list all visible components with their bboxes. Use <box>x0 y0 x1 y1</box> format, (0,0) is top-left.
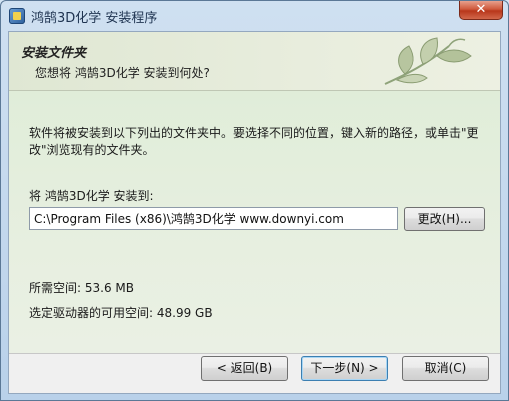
cancel-button-label: 取消(C) <box>424 361 467 375</box>
installer-window: 鸿鹄3D化学 安装程序 ✕ 安装文件夹 您想将 鸿鹄3D化学 安装到何处? 软件… <box>0 0 509 401</box>
required-space-text: 所需空间: 53.6 MB <box>29 281 134 295</box>
wizard-body: 软件将被安装到以下列出的文件夹中。要选择不同的位置，键入新的路径，或单击"更改"… <box>9 91 500 353</box>
install-path-label: 将 鸿鹄3D化学 安装到: <box>29 189 154 203</box>
next-button-label: 下一步(N) > <box>310 361 379 375</box>
cancel-button[interactable]: 取消(C) <box>402 356 489 381</box>
back-button-label: < 返回(B) <box>216 361 273 375</box>
page-title: 安装文件夹 <box>21 46 87 61</box>
browse-button-label: 更改(H)... <box>417 212 472 226</box>
back-button[interactable]: < 返回(B) <box>201 356 288 381</box>
close-icon: ✕ <box>475 2 487 17</box>
wizard-header: 安装文件夹 您想将 鸿鹄3D化学 安装到何处? <box>9 32 500 91</box>
next-button[interactable]: 下一步(N) > <box>301 356 388 381</box>
install-path-input[interactable] <box>29 207 398 230</box>
folder-description: 软件将被安装到以下列出的文件夹中。要选择不同的位置，键入新的路径，或单击"更改"… <box>29 126 479 157</box>
close-button[interactable]: ✕ <box>459 1 503 20</box>
leaf-icon <box>384 37 472 85</box>
window-title: 鸿鹄3D化学 安装程序 <box>31 11 158 26</box>
wizard-client-area: 安装文件夹 您想将 鸿鹄3D化学 安装到何处? 软件将被安装到以下列出的文件夹中… <box>8 31 501 394</box>
page-subtitle: 您想将 鸿鹄3D化学 安装到何处? <box>35 66 210 80</box>
footer-divider <box>9 353 500 354</box>
available-space-text: 选定驱动器的可用空间: 48.99 GB <box>29 306 213 320</box>
title-bar[interactable]: 鸿鹄3D化学 安装程序 ✕ <box>1 1 508 31</box>
browse-button[interactable]: 更改(H)... <box>404 207 485 231</box>
installer-app-icon <box>9 8 25 24</box>
